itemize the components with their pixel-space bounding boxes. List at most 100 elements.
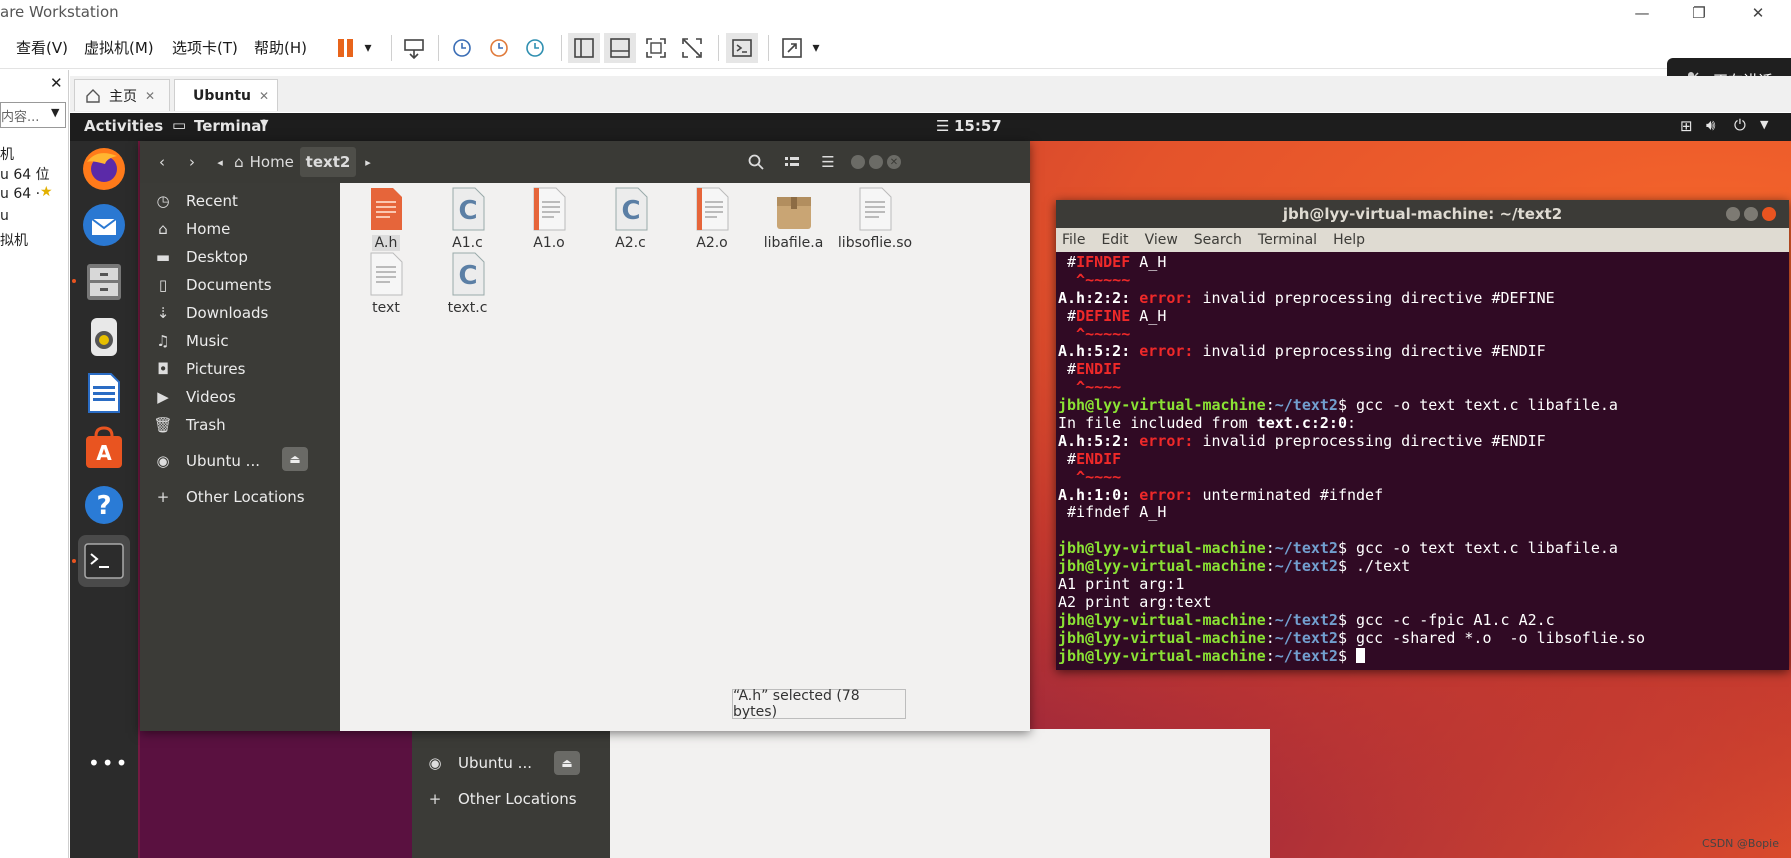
- terminal-icon[interactable]: [78, 535, 130, 587]
- app-menu[interactable]: Terminal: [194, 117, 267, 135]
- files-icon[interactable]: [78, 255, 130, 307]
- close-button[interactable]: ✕: [887, 155, 901, 169]
- window-title: are Workstation: [0, 3, 119, 21]
- power-icon[interactable]: ⏻: [1734, 116, 1746, 134]
- vm-display[interactable]: Activities ▭ Terminal ▼ ☰ 15:57 ⊞ 🔊︎ ⏻ ▼…: [70, 113, 1791, 858]
- tab-ubuntu[interactable]: Ubuntu ✕: [174, 79, 278, 111]
- file-name: libsoflie.so: [837, 235, 913, 251]
- file-item[interactable]: A1.o: [503, 187, 595, 259]
- sidebar-item-ubuntu[interactable]: ◉ Ubuntu ...: [140, 445, 340, 477]
- terminal-menu-view[interactable]: View: [1145, 232, 1178, 248]
- eject-icon[interactable]: ⏏: [282, 447, 308, 471]
- close-button[interactable]: ✕: [1735, 0, 1781, 26]
- minimize-button[interactable]: [1726, 207, 1740, 221]
- sidebar-item-label: Ubuntu ...: [458, 754, 532, 772]
- library-item[interactable]: 机: [0, 144, 14, 164]
- sidebar-toggle-icon[interactable]: [568, 33, 600, 63]
- menu-vm[interactable]: 虚拟机(M): [84, 37, 154, 58]
- library-search[interactable]: 内容... ▼: [0, 102, 66, 128]
- help-icon[interactable]: ?: [78, 479, 130, 531]
- sidebar-item-other-locations[interactable]: + Other Locations: [412, 783, 612, 815]
- file-item[interactable]: A.h: [340, 187, 432, 259]
- back-button[interactable]: ‹: [148, 147, 176, 177]
- terminal-title: jbh@lyy-virtual-machine: ~/text2: [1282, 205, 1563, 223]
- snapshot-manager-icon[interactable]: [519, 33, 551, 63]
- file-item[interactable]: C A2.c: [585, 187, 677, 259]
- tab-home-label: 主页: [109, 88, 137, 105]
- firefox-icon[interactable]: [78, 143, 130, 195]
- sidebar-item-trash[interactable]: 🗑︎ Trash: [140, 409, 340, 441]
- software-center-icon[interactable]: A: [78, 423, 130, 475]
- file-item[interactable]: Ctext.c: [422, 252, 514, 324]
- search-icon[interactable]: [740, 147, 772, 177]
- sidebar-item-ubuntu-drive[interactable]: ◉ Ubuntu ...: [412, 747, 612, 779]
- c-source-file-icon: C: [452, 252, 484, 296]
- terminal-menu-edit[interactable]: Edit: [1101, 232, 1128, 248]
- forward-button[interactable]: ›: [178, 147, 206, 177]
- minimize-button[interactable]: [851, 155, 865, 169]
- restore-button[interactable]: ❐: [1676, 0, 1722, 26]
- maximize-button[interactable]: [869, 155, 883, 169]
- sidebar-item-other-locations[interactable]: + Other Locations: [140, 481, 340, 513]
- tab-home[interactable]: 主页 ✕: [74, 79, 170, 111]
- revert-snapshot-icon[interactable]: [483, 33, 515, 63]
- snapshot-icon[interactable]: [446, 33, 478, 63]
- terminal-menu-search[interactable]: Search: [1194, 232, 1242, 248]
- unity-mode-icon[interactable]: [676, 33, 708, 63]
- breadcrumb-text2[interactable]: text2: [300, 147, 356, 177]
- file-item[interactable]: libafile.a: [748, 187, 840, 259]
- close-icon[interactable]: ✕: [259, 89, 269, 103]
- breadcrumb-home[interactable]: ⌂ Home: [230, 147, 298, 177]
- close-icon[interactable]: ✕: [50, 74, 63, 92]
- clock[interactable]: 15:57: [954, 117, 1002, 135]
- thunderbird-icon[interactable]: [78, 199, 130, 251]
- breadcrumb-right-arrow[interactable]: ▸: [360, 147, 376, 177]
- terminal-menu-terminal[interactable]: Terminal: [1258, 232, 1317, 248]
- volume-icon[interactable]: 🔊︎: [1706, 116, 1715, 134]
- libreoffice-writer-icon[interactable]: [78, 367, 130, 419]
- terminal-text-segment: A1 print arg:1: [1058, 575, 1185, 594]
- menu-view[interactable]: 查看(V): [16, 37, 68, 58]
- console-view-icon[interactable]: [726, 33, 758, 63]
- library-item[interactable]: u 64 ·: [0, 186, 40, 202]
- show-applications-icon[interactable]: •••: [88, 751, 129, 775]
- close-icon[interactable]: ✕: [145, 89, 155, 103]
- running-indicator: [72, 559, 76, 563]
- terminal-text-segment: A.h:2:2:: [1058, 288, 1140, 307]
- fullscreen-icon[interactable]: [640, 33, 672, 63]
- terminal-text-segment: $ ./text: [1337, 557, 1411, 576]
- breadcrumb-left-arrow[interactable]: ◂: [212, 147, 228, 177]
- hamburger-menu-icon[interactable]: ☰: [812, 147, 844, 177]
- activities-button[interactable]: Activities: [84, 117, 163, 135]
- minimize-button[interactable]: —: [1619, 0, 1665, 26]
- sidebar-item-label: Recent: [186, 192, 238, 210]
- file-item[interactable]: text: [340, 252, 432, 324]
- chevron-down-icon[interactable]: ▼: [1760, 118, 1768, 131]
- library-item[interactable]: u 64 位: [0, 164, 50, 184]
- send-keys-icon[interactable]: [398, 33, 430, 63]
- terminal-text-segment: $ gcc -shared *.o -o libsoflie.so: [1337, 628, 1646, 647]
- view-list-icon[interactable]: [776, 147, 808, 177]
- chevron-down-icon[interactable]: ▼: [51, 106, 59, 119]
- terminal-line: A.h:5:2: error: invalid preprocessing di…: [1058, 432, 1789, 451]
- network-icon[interactable]: ⊞: [1680, 117, 1693, 135]
- terminal-output[interactable]: #IFNDEF A_H ^~~~~~ A.h:2:2: error: invali…: [1056, 253, 1789, 670]
- pause-dropdown-icon[interactable]: ▾: [356, 33, 380, 63]
- terminal-menu-help[interactable]: Help: [1333, 232, 1365, 248]
- file-item[interactable]: A2.o: [666, 187, 758, 259]
- library-item[interactable]: u: [0, 208, 9, 224]
- terminal-text-segment: ~/text2: [1274, 539, 1338, 558]
- library-item[interactable]: 拟机: [0, 230, 28, 250]
- thumbnail-bar-icon[interactable]: [604, 33, 636, 63]
- close-button[interactable]: [1762, 207, 1776, 221]
- terminal-menu-file[interactable]: File: [1062, 232, 1085, 248]
- menu-help[interactable]: 帮助(H): [254, 37, 307, 58]
- file-item[interactable]: libsoflie.so: [829, 187, 921, 259]
- menu-tabs[interactable]: 选项卡(T): [172, 37, 238, 58]
- file-item[interactable]: C A1.c: [422, 187, 514, 259]
- maximize-button[interactable]: [1744, 207, 1758, 221]
- clock-icon: ◷: [156, 192, 170, 210]
- rhythmbox-icon[interactable]: [78, 311, 130, 363]
- eject-icon[interactable]: ⏏: [554, 751, 580, 775]
- stretch-dropdown-icon[interactable]: ▾: [804, 33, 828, 63]
